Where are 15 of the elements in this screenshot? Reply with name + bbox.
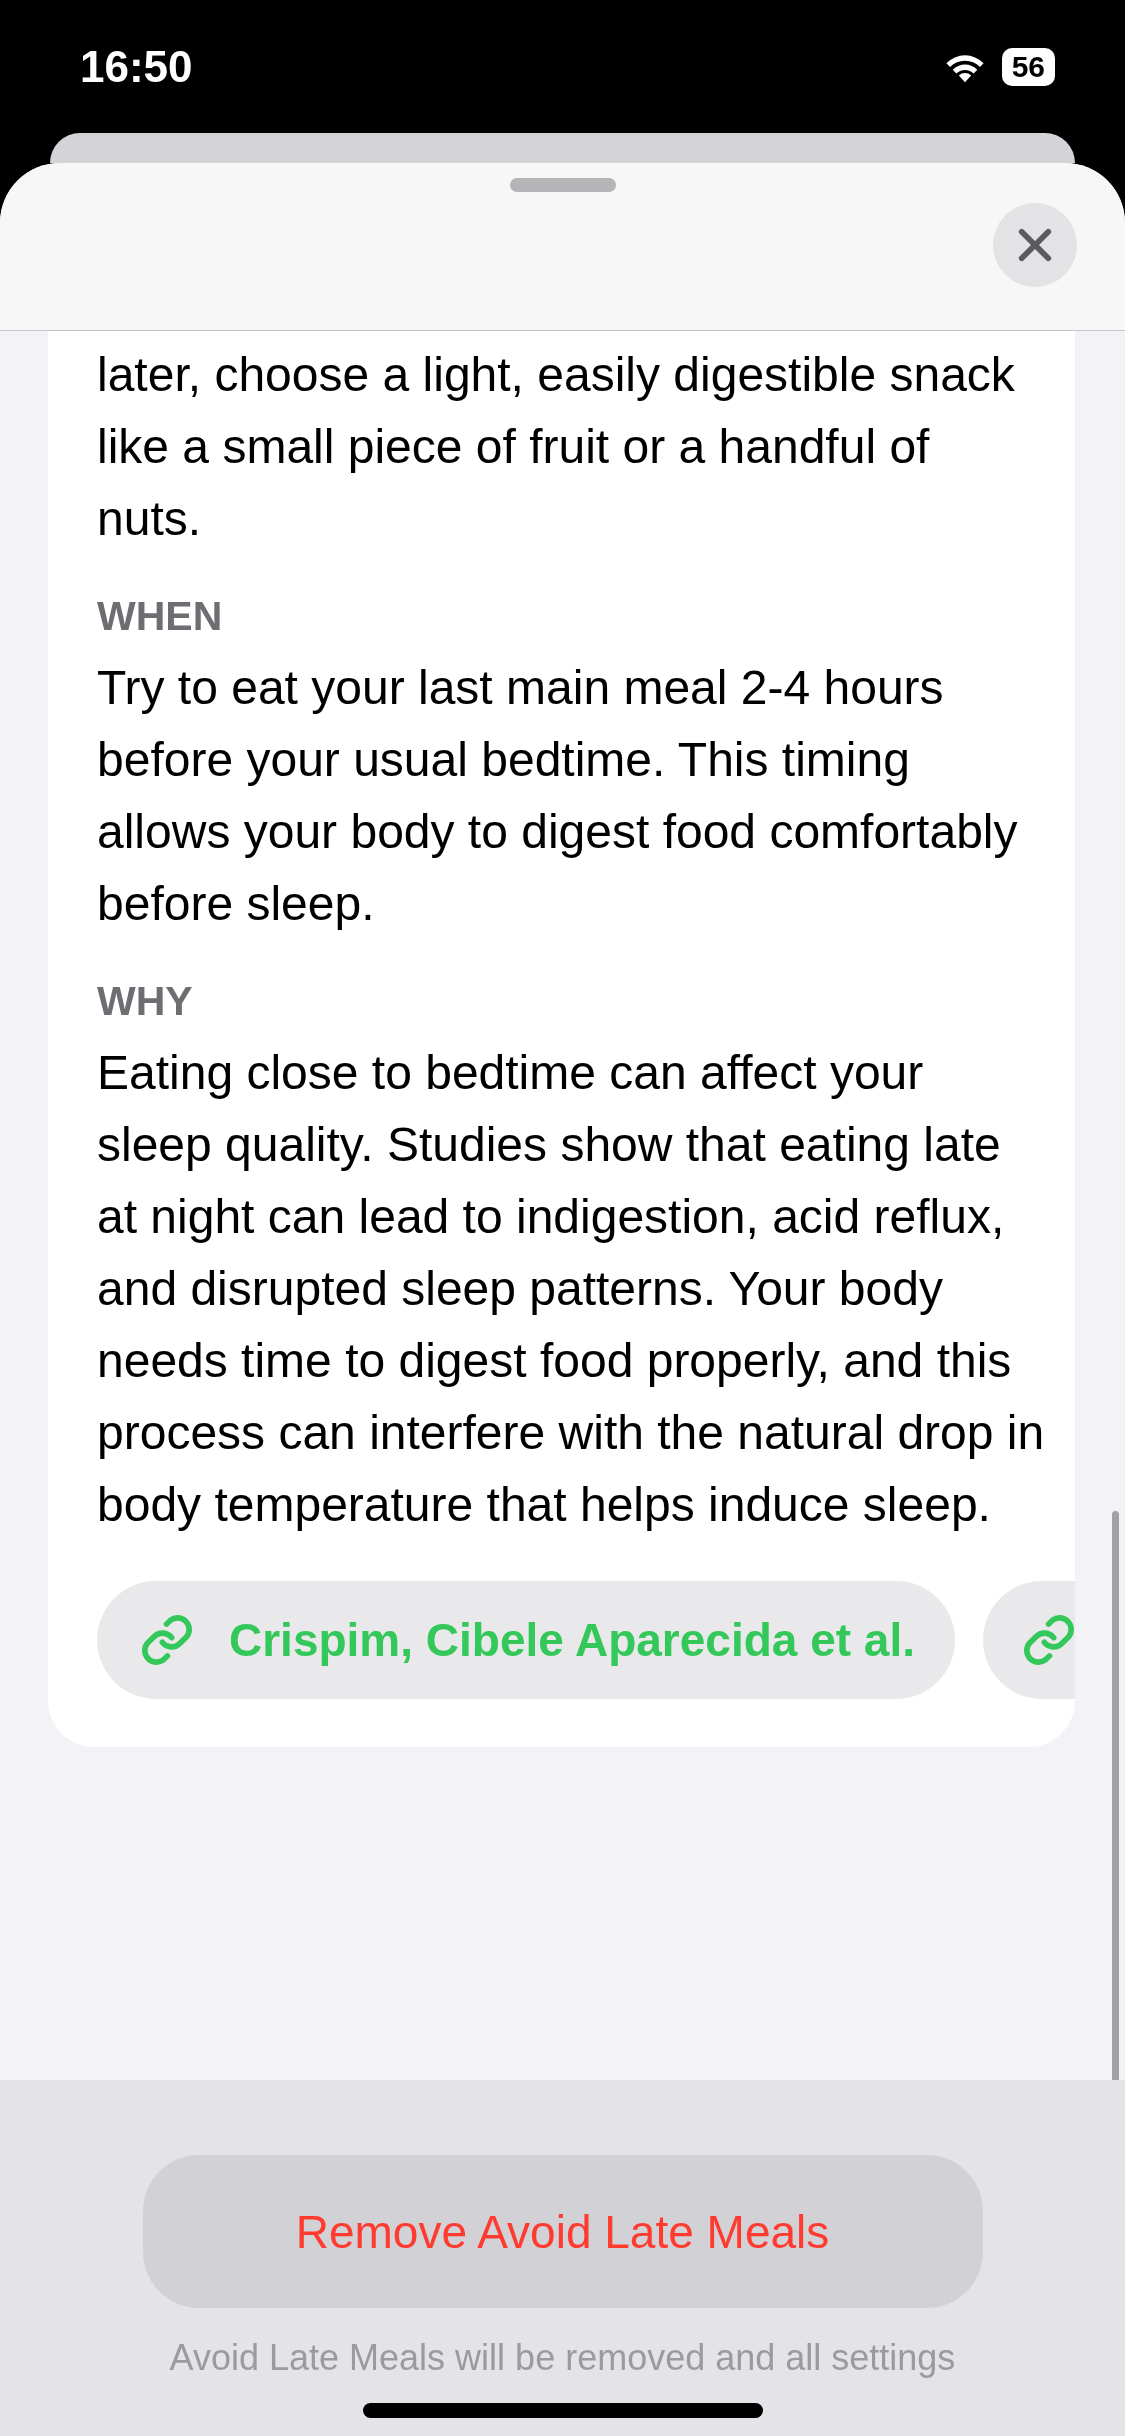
battery-level: 56 [1001,47,1055,86]
link-icon [139,1612,195,1668]
section-paragraph: Try to eat your last main meal 2-4 hours before your usual bedtime. This timing allows your body to digest food comfortably before sleep. [97,660,1019,932]
section-paragraph: Eating close to bedtime can affect your sleep quality. Studies show that eating late at night can lead to indigestion, acid reflux, and disrupted sleep patterns. Your body needs time to digest food properly, and this process can interfere with the natural drop in body temperature that helps induce sleep. [97,1045,1046,1533]
section-heading: WHEN [97,593,224,640]
source-link[interactable]: Crispim, Cibele Aparecida et al. [97,1581,955,1699]
grabber-handle[interactable] [510,178,616,192]
link-icon [1021,1612,1075,1668]
source-link[interactable] [983,1581,1075,1699]
intro-paragraph: later, choose a light, easily digestible snack like a small piece of fruit or a handful of nuts. [97,347,1016,547]
remove-button[interactable]: Remove Avoid Late Meals [142,2155,983,2308]
footnote-text: Avoid Late Meals will be removed and all settings [168,2336,957,2380]
status-time: 16:50 [80,41,193,92]
section-heading: WHY [97,978,194,1025]
close-icon [1016,226,1054,264]
